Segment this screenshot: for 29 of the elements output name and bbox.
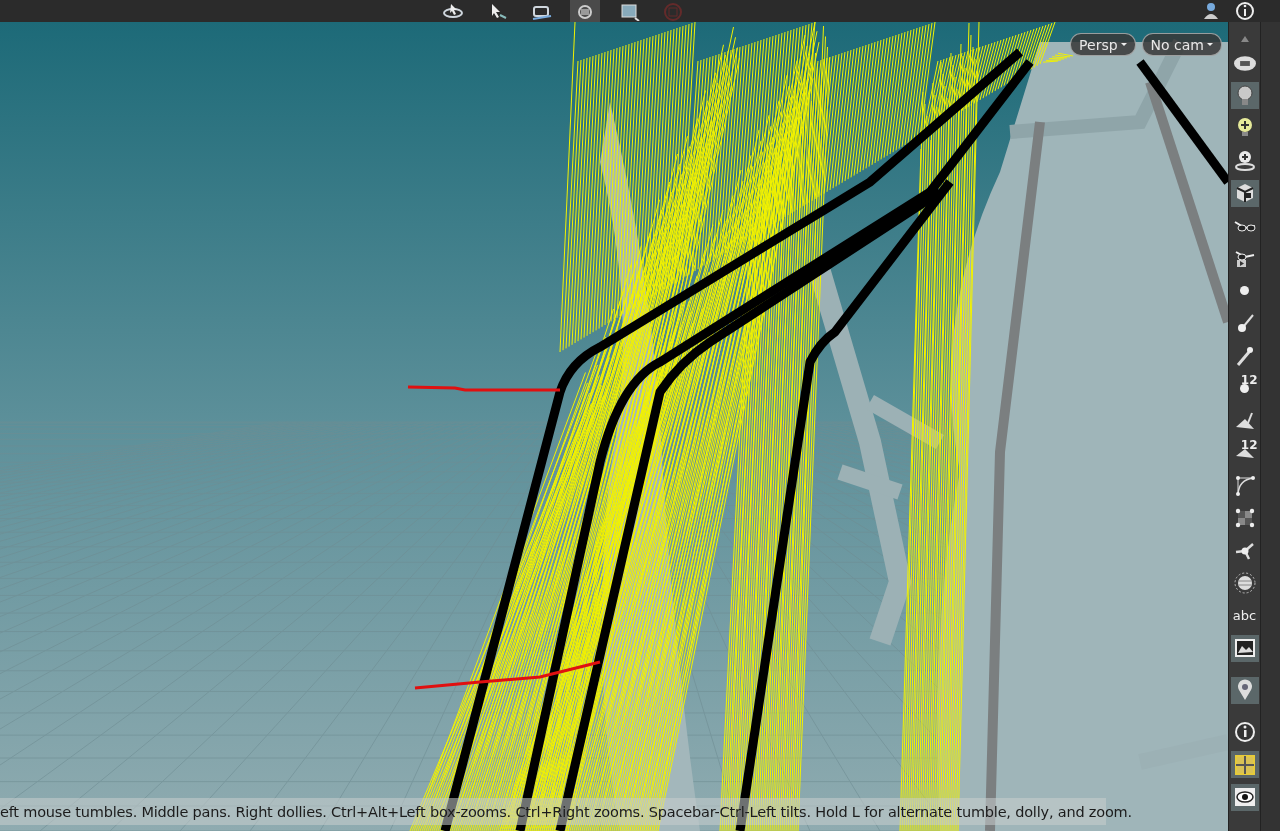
info-icon	[1232, 720, 1257, 744]
stop-icon	[662, 1, 684, 21]
eye-icon	[1232, 785, 1257, 809]
snapshot-icon	[618, 1, 640, 21]
scroll-up-icon[interactable]	[1240, 36, 1249, 42]
camera-menu[interactable]: Persp	[1070, 33, 1136, 56]
picture-icon	[1232, 636, 1257, 660]
info-icon	[1234, 1, 1256, 21]
dot-icon	[1240, 286, 1249, 295]
viewport-tool-button[interactable]	[570, 0, 600, 22]
tumble-icon	[442, 1, 464, 21]
light-bulb-icon	[1232, 148, 1257, 173]
shape-icon	[1234, 447, 1255, 459]
viewport-option-button[interactable]: abc	[1230, 602, 1259, 629]
status-text: eft mouse tumbles. Middle pans. Right dollies. Ctrl+Alt+Left box-zooms. Ctrl+Right zooms. Spacebar-Ctrl-Left tilts. Hold L for alternate tumble, dolly, and zoom.	[0, 803, 1132, 820]
viewport-option-button[interactable]: 12	[1230, 374, 1259, 402]
viewport-option-button[interactable]	[1230, 82, 1259, 109]
dot-icon	[1240, 383, 1249, 393]
grid-icon	[1232, 752, 1257, 777]
viewport-option-button[interactable]: 12	[1230, 439, 1259, 467]
caret-icon	[1207, 43, 1213, 46]
viewport-option-button[interactable]	[1230, 634, 1259, 662]
viewport-option-button[interactable]	[1230, 676, 1259, 704]
caret-icon	[1120, 43, 1127, 46]
viewport-option-button[interactable]	[1230, 783, 1259, 811]
circle-icon	[1232, 571, 1257, 595]
view-menu[interactable]: No cam	[1141, 33, 1222, 56]
viewport-option-button[interactable]	[1230, 179, 1259, 207]
viewport-option-button[interactable]	[1230, 751, 1259, 778]
